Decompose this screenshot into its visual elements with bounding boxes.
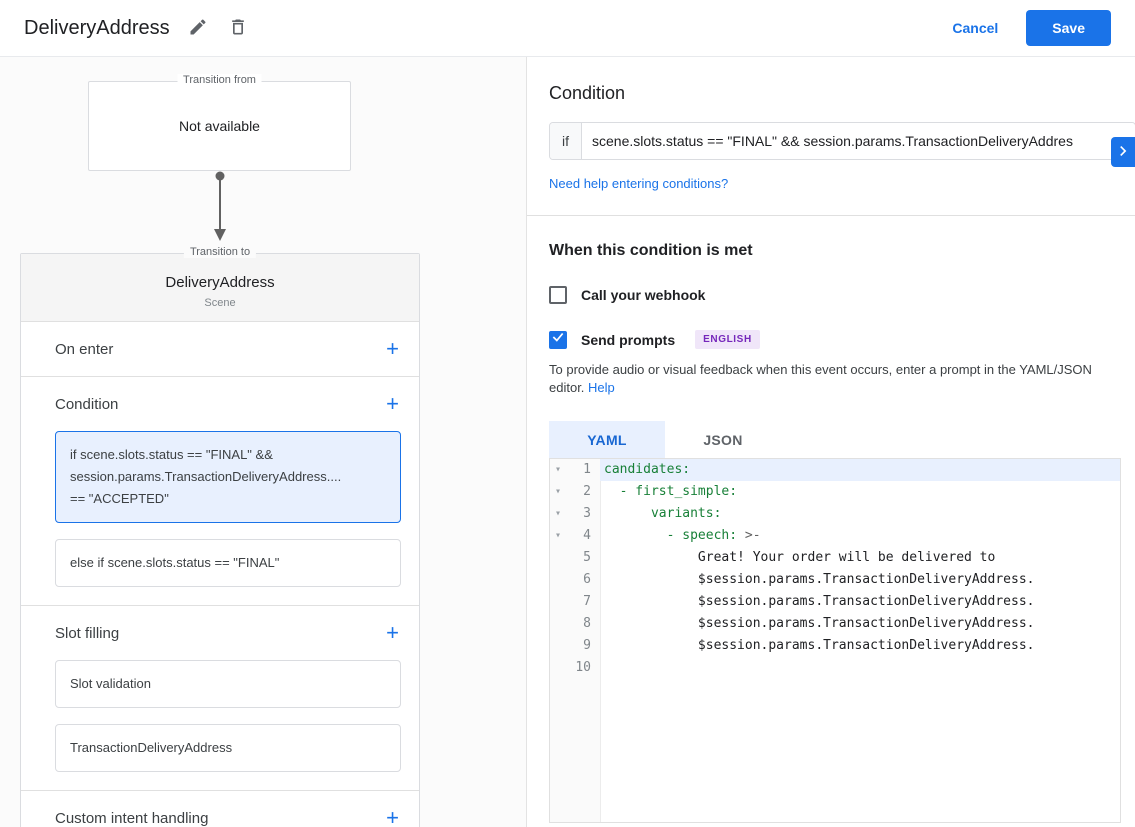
editor-line[interactable]: ▾3 variants: — [550, 503, 1120, 525]
panel-divider — [527, 215, 1135, 216]
code-text: variants: — [600, 503, 1120, 525]
call-webhook-checkbox[interactable] — [549, 286, 567, 304]
slot-validation-card[interactable]: Slot validation — [55, 660, 401, 708]
fold-gutter — [550, 635, 566, 657]
language-badge: ENGLISH — [695, 330, 760, 349]
prompt-help-link[interactable]: Help — [588, 380, 615, 395]
line-number: 8 — [566, 613, 600, 635]
flow-connector-arrow — [88, 171, 351, 243]
line-number: 7 — [566, 591, 600, 613]
transition-from-label: Transition from — [177, 74, 262, 86]
when-condition-met-title: When this condition is met — [549, 242, 1135, 260]
condition-input-group: if — [549, 122, 1135, 160]
app-header: DeliveryAddress Cancel Save — [0, 0, 1135, 57]
condition-detail-panel: Condition if Need help entering conditio… — [527, 57, 1135, 827]
code-text: $session.params.TransactionDeliveryAddre… — [600, 613, 1120, 635]
scene-card-header[interactable]: DeliveryAddress Scene — [21, 254, 419, 322]
custom-intent-section[interactable]: Custom intent handling + — [21, 791, 419, 827]
edit-title-button[interactable] — [186, 16, 210, 40]
code-text: $session.params.TransactionDeliveryAddre… — [600, 635, 1120, 657]
save-button[interactable]: Save — [1026, 10, 1111, 46]
add-condition-button[interactable]: + — [386, 394, 399, 414]
transition-from-value: Not available — [179, 118, 260, 134]
fold-arrow-icon[interactable]: ▾ — [550, 481, 566, 503]
line-number: 5 — [566, 547, 600, 569]
fold-gutter — [550, 591, 566, 613]
editor-line[interactable]: ▾1candidates: — [550, 459, 1120, 481]
send-prompts-checkbox[interactable] — [549, 331, 567, 349]
slot-card[interactable]: TransactionDeliveryAddress — [55, 724, 401, 772]
add-custom-intent-button[interactable]: + — [386, 808, 399, 827]
if-label: if — [550, 123, 582, 159]
collapse-panel-button[interactable] — [1111, 137, 1135, 167]
fold-gutter — [550, 569, 566, 591]
line-number: 1 — [566, 459, 600, 481]
code-text: $session.params.TransactionDeliveryAddre… — [600, 569, 1120, 591]
editor-line[interactable]: 8 $session.params.TransactionDeliveryAdd… — [550, 613, 1120, 635]
slot-filling-label: Slot filling — [55, 625, 119, 642]
add-on-enter-button[interactable]: + — [386, 339, 399, 359]
checkmark-icon — [551, 330, 565, 349]
condition-card-else[interactable]: else if scene.slots.status == "FINAL" — [55, 539, 401, 587]
condition-section-label: Condition — [55, 396, 118, 413]
scene-name: DeliveryAddress — [21, 274, 419, 291]
trash-icon — [228, 17, 248, 40]
line-number: 2 — [566, 481, 600, 503]
code-text: $session.params.TransactionDeliveryAddre… — [600, 591, 1120, 613]
fold-arrow-icon[interactable]: ▾ — [550, 459, 566, 481]
code-text: - first_simple: — [600, 481, 1120, 503]
code-text: candidates: — [600, 459, 1120, 481]
line-number: 3 — [566, 503, 600, 525]
send-prompts-label: Send prompts — [581, 332, 675, 348]
line-number: 9 — [566, 635, 600, 657]
slot-filling-section[interactable]: Slot filling + — [21, 606, 419, 660]
transition-from-box[interactable]: Transition from Not available — [88, 81, 351, 171]
yaml-editor-lines: ▾1candidates:▾2 - first_simple:▾3 varian… — [550, 459, 1120, 679]
pencil-icon — [188, 17, 208, 40]
tab-json[interactable]: JSON — [665, 421, 781, 458]
fold-gutter — [550, 547, 566, 569]
conditions-help-link[interactable]: Need help entering conditions? — [549, 176, 1135, 191]
fold-arrow-icon[interactable]: ▾ — [550, 503, 566, 525]
editor-line[interactable]: 7 $session.params.TransactionDeliveryAdd… — [550, 591, 1120, 613]
code-text: - speech: >- — [600, 525, 1120, 547]
condition-input[interactable] — [582, 123, 1135, 159]
editor-line[interactable]: 5 Great! Your order will be delivered to — [550, 547, 1120, 569]
on-enter-section[interactable]: On enter + — [21, 322, 419, 377]
editor-line[interactable]: ▾4 - speech: >- — [550, 525, 1120, 547]
code-text: Great! Your order will be delivered to — [600, 547, 1120, 569]
prompt-description-text: To provide audio or visual feedback when… — [549, 362, 1092, 395]
add-slot-button[interactable]: + — [386, 623, 399, 643]
transition-to-label: Transition to — [184, 246, 256, 258]
panel-title: Condition — [549, 83, 625, 104]
editor-line[interactable]: 6 $session.params.TransactionDeliveryAdd… — [550, 569, 1120, 591]
yaml-editor[interactable]: ▾1candidates:▾2 - first_simple:▾3 varian… — [549, 458, 1121, 823]
scene-card: Transition to DeliveryAddress Scene On e… — [20, 253, 420, 827]
editor-tabs: YAML JSON — [549, 421, 1135, 458]
line-number: 4 — [566, 525, 600, 547]
tab-yaml[interactable]: YAML — [549, 421, 665, 458]
custom-intent-label: Custom intent handling — [55, 810, 208, 827]
delete-scene-button[interactable] — [226, 16, 250, 40]
on-enter-label: On enter — [55, 341, 113, 358]
condition-section[interactable]: Condition + — [21, 377, 419, 431]
page-title: DeliveryAddress — [24, 17, 170, 40]
editor-line[interactable]: 10 — [550, 657, 1120, 679]
condition-card-selected[interactable]: if scene.slots.status == "FINAL" && sess… — [55, 431, 401, 523]
line-number: 6 — [566, 569, 600, 591]
cancel-button[interactable]: Cancel — [952, 20, 998, 36]
editor-line[interactable]: ▾2 - first_simple: — [550, 481, 1120, 503]
chevron-right-icon — [1111, 141, 1133, 164]
line-number: 10 — [566, 657, 600, 679]
fold-gutter — [550, 657, 566, 679]
scene-type-label: Scene — [21, 297, 419, 309]
code-text — [600, 657, 1120, 679]
fold-gutter — [550, 613, 566, 635]
call-webhook-label: Call your webhook — [581, 287, 705, 303]
prompt-description: To provide audio or visual feedback when… — [549, 361, 1109, 397]
editor-line[interactable]: 9 $session.params.TransactionDeliveryAdd… — [550, 635, 1120, 657]
scene-flow-panel: Transition from Not available Transition… — [0, 57, 527, 827]
fold-arrow-icon[interactable]: ▾ — [550, 525, 566, 547]
